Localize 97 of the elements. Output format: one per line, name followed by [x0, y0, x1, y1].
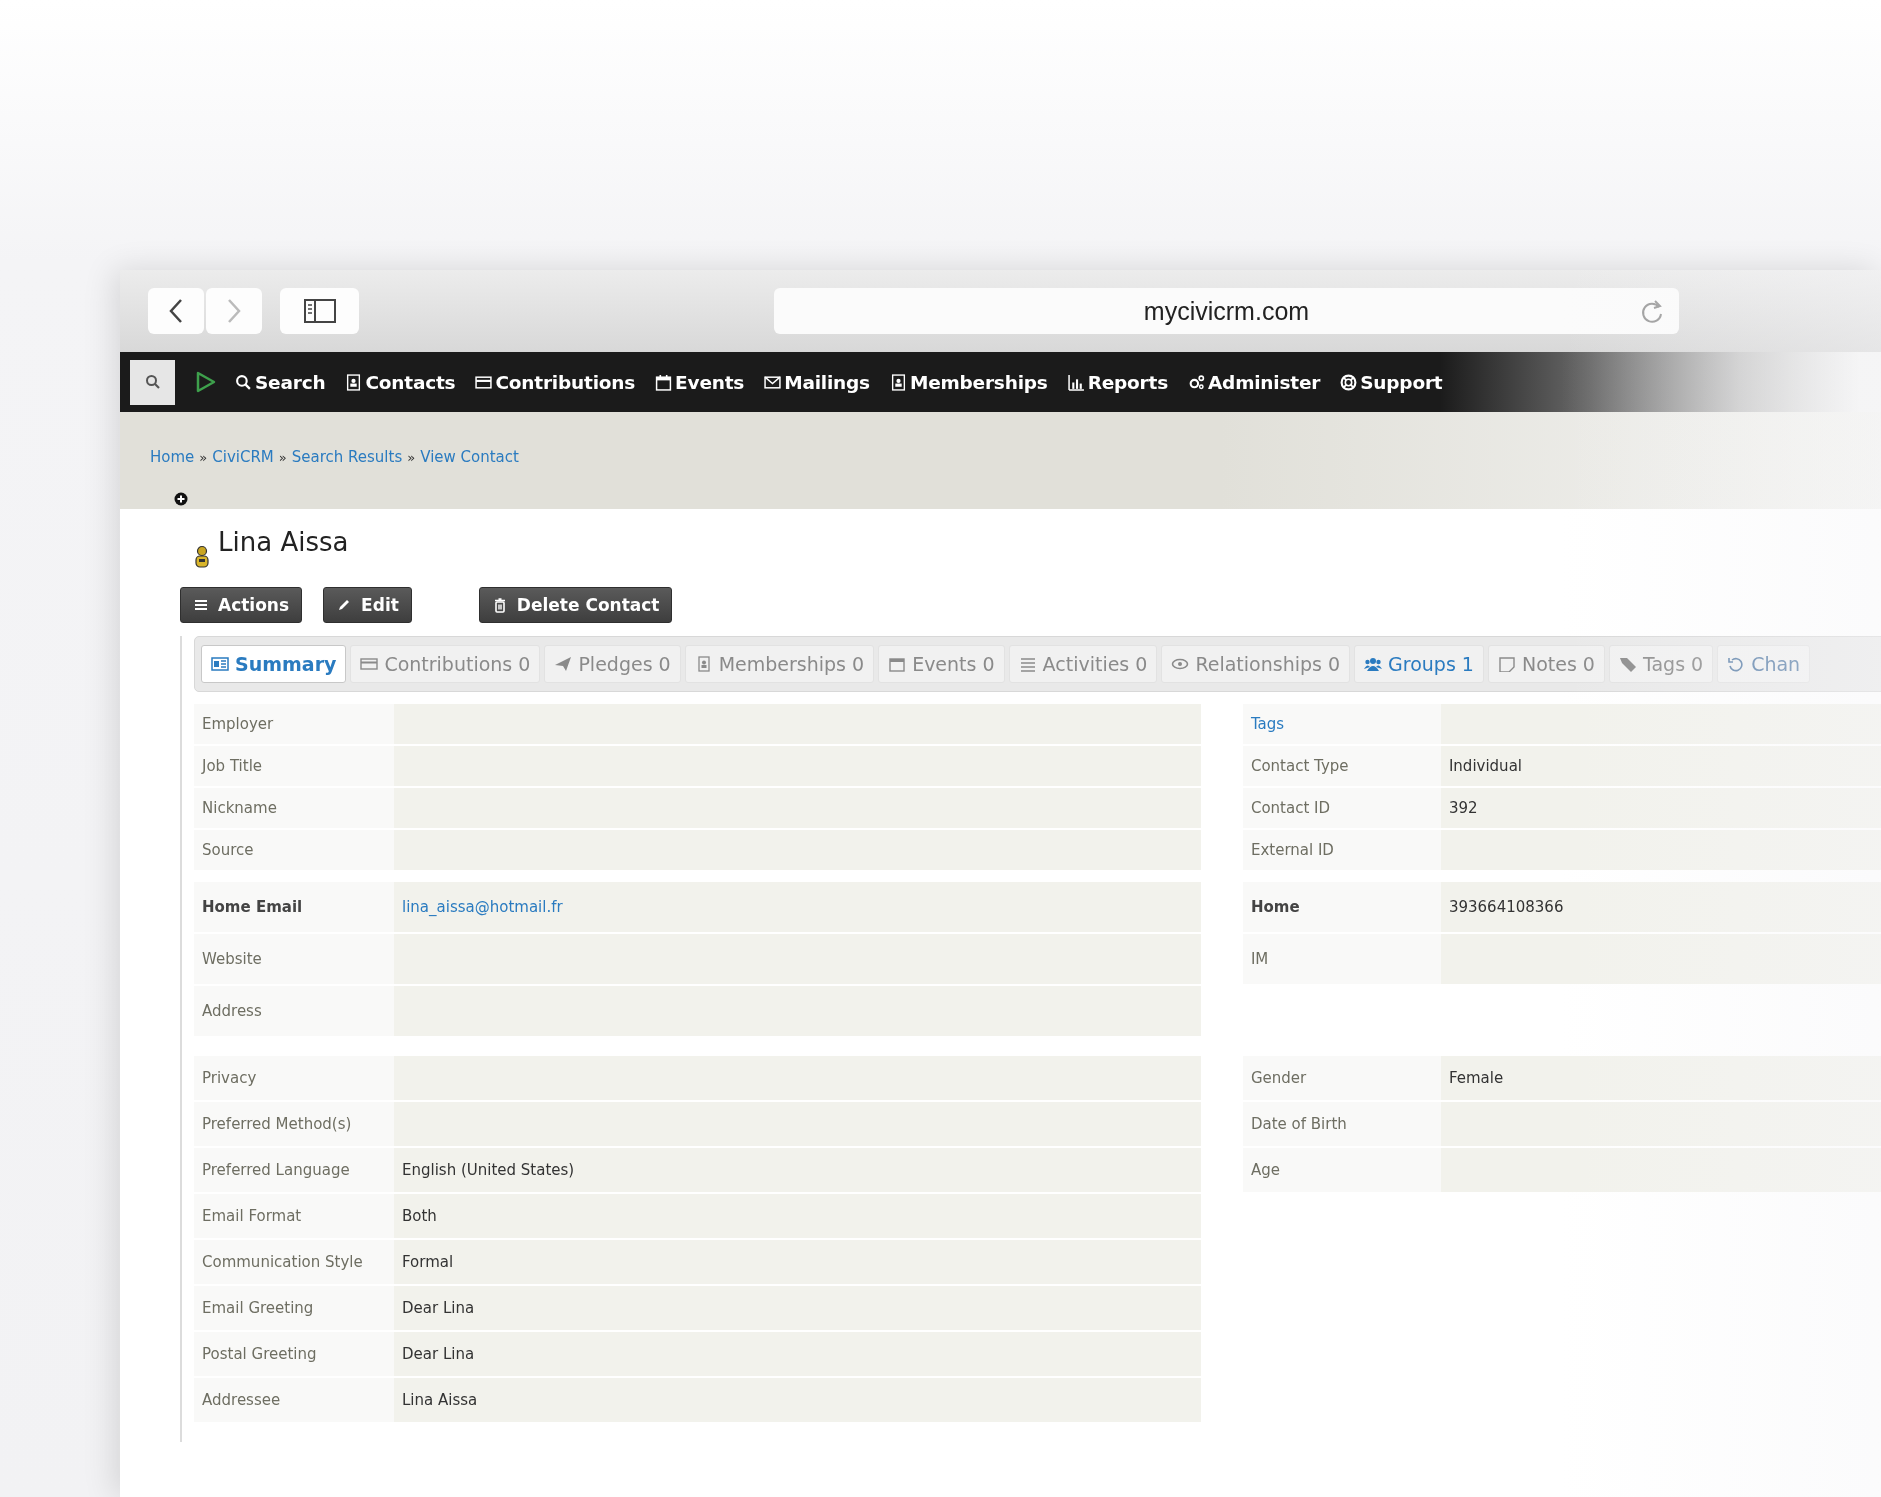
field-value: Female	[1440, 1056, 1881, 1100]
field-label: Email Greeting	[201, 1299, 315, 1317]
field-label: Home	[1249, 898, 1301, 916]
action-button[interactable]: Edit	[323, 587, 412, 623]
people-icon	[1364, 656, 1383, 672]
address-bar[interactable]: mycivicrm.com	[774, 288, 1679, 334]
breadcrumb-link[interactable]: Search Results	[291, 448, 403, 466]
field-value: Formal	[394, 1240, 1201, 1284]
field-label: Contact Type	[1249, 757, 1350, 775]
eye-icon	[1171, 656, 1190, 672]
paper-plane-icon	[554, 656, 573, 672]
field-label: External ID	[1249, 841, 1335, 859]
tab[interactable]: Chan	[1717, 645, 1811, 683]
field-label: Job Title	[200, 757, 264, 775]
breadcrumb-link[interactable]: View Contact	[420, 448, 519, 466]
calendar-icon	[655, 373, 673, 391]
field-label: Address	[201, 1002, 263, 1020]
field-value: 393664108366	[1440, 882, 1881, 932]
field-value: Both	[394, 1194, 1201, 1238]
sidebar-icon	[303, 299, 336, 323]
search-icon	[235, 373, 252, 391]
menu-icon	[193, 597, 209, 613]
breadcrumb-separator: »	[199, 449, 208, 465]
field-label: Date of Birth	[1249, 1115, 1348, 1133]
action-button[interactable]: Actions	[180, 587, 303, 623]
contact-name: Lina Aissa	[218, 529, 349, 555]
field-label: Privacy	[201, 1069, 258, 1087]
tab[interactable]: Activities 0	[1008, 645, 1158, 683]
calendar-icon	[888, 656, 907, 672]
back-button[interactable]	[148, 288, 204, 334]
breadcrumb-link[interactable]: Home	[150, 448, 195, 466]
menu-item[interactable]: Contacts	[345, 371, 456, 393]
lifebuoy-icon	[1340, 373, 1358, 391]
tab[interactable]: Groups 1	[1354, 645, 1484, 683]
play-icon[interactable]	[195, 370, 217, 394]
bar-chart-icon	[1067, 373, 1085, 391]
search-icon	[144, 374, 161, 390]
field-label: Age	[1249, 1161, 1281, 1179]
tab[interactable]: Events 0	[878, 645, 1005, 683]
menu-item[interactable]: Events	[655, 371, 745, 393]
note-icon	[1497, 656, 1516, 672]
field-value: Individual	[1440, 746, 1881, 786]
field-value: Dear Lina	[394, 1286, 1201, 1330]
list-icon	[1018, 656, 1037, 672]
badge-icon	[889, 373, 907, 391]
tag-icon	[1618, 656, 1637, 672]
tab[interactable]: Tags 0	[1608, 645, 1714, 683]
tab[interactable]: Contributions 0	[350, 645, 541, 683]
add-icon[interactable]	[174, 492, 188, 506]
tab[interactable]: Memberships 0	[684, 645, 875, 683]
field-value: Lina Aissa	[394, 1378, 1201, 1422]
chevron-right-icon	[225, 297, 243, 325]
field-label: Gender	[1249, 1069, 1308, 1087]
chevron-left-icon	[167, 297, 185, 325]
menu-item[interactable]: Memberships	[889, 371, 1048, 393]
email-link[interactable]: lina_aissa@hotmail.fr	[394, 882, 1201, 932]
tab[interactable]: Notes 0	[1487, 645, 1605, 683]
field-label: Email Format	[201, 1207, 303, 1225]
field-label: Postal Greeting	[201, 1345, 318, 1363]
tab[interactable]: Relationships 0	[1161, 645, 1351, 683]
tags-link[interactable]: Tags	[1242, 715, 1441, 733]
breadcrumb-link[interactable]: CiviCRM	[212, 448, 274, 466]
menu-item[interactable]: Support	[1340, 371, 1443, 393]
breadcrumb-separator: »	[407, 449, 416, 465]
breadcrumb-separator: »	[278, 449, 287, 465]
field-label: Source	[201, 841, 255, 859]
field-label: Addressee	[201, 1391, 282, 1409]
id-card-icon	[211, 656, 229, 672]
field-label: Contact ID	[1249, 799, 1332, 817]
field-label: Preferred Language	[201, 1161, 351, 1179]
menu-item[interactable]: Search	[235, 371, 326, 393]
tab[interactable]: Pledges 0	[544, 645, 681, 683]
menu-item[interactable]: Mailings	[764, 371, 870, 393]
envelope-icon	[764, 373, 782, 391]
gears-icon	[1188, 373, 1205, 391]
field-label: Preferred Method(s)	[201, 1115, 353, 1133]
person-icon	[194, 545, 210, 569]
field-label: Communication Style	[201, 1253, 364, 1271]
field-value: 392	[1440, 788, 1881, 828]
sidebar-button[interactable]	[280, 288, 359, 334]
field-label: IM	[1249, 950, 1270, 968]
menu-item[interactable]: Contributions	[475, 371, 636, 393]
field-label: Employer	[201, 715, 275, 733]
field-label: Home Email	[201, 898, 304, 916]
menu-item[interactable]: Reports	[1067, 371, 1168, 393]
contact-card-icon	[345, 373, 363, 391]
field-value: Dear Lina	[394, 1332, 1201, 1376]
credit-card-icon	[475, 373, 493, 391]
credit-card-icon	[360, 656, 379, 672]
field-value: English (United States)	[394, 1148, 1201, 1192]
action-button[interactable]: Delete Contact	[478, 587, 673, 623]
history-icon	[1727, 656, 1746, 672]
field-label: Website	[201, 950, 263, 968]
quick-search-button[interactable]	[130, 359, 175, 405]
field-label: Nickname	[201, 799, 278, 817]
tab[interactable]: Summary	[201, 645, 347, 683]
menu-item[interactable]: Administer	[1188, 371, 1321, 393]
